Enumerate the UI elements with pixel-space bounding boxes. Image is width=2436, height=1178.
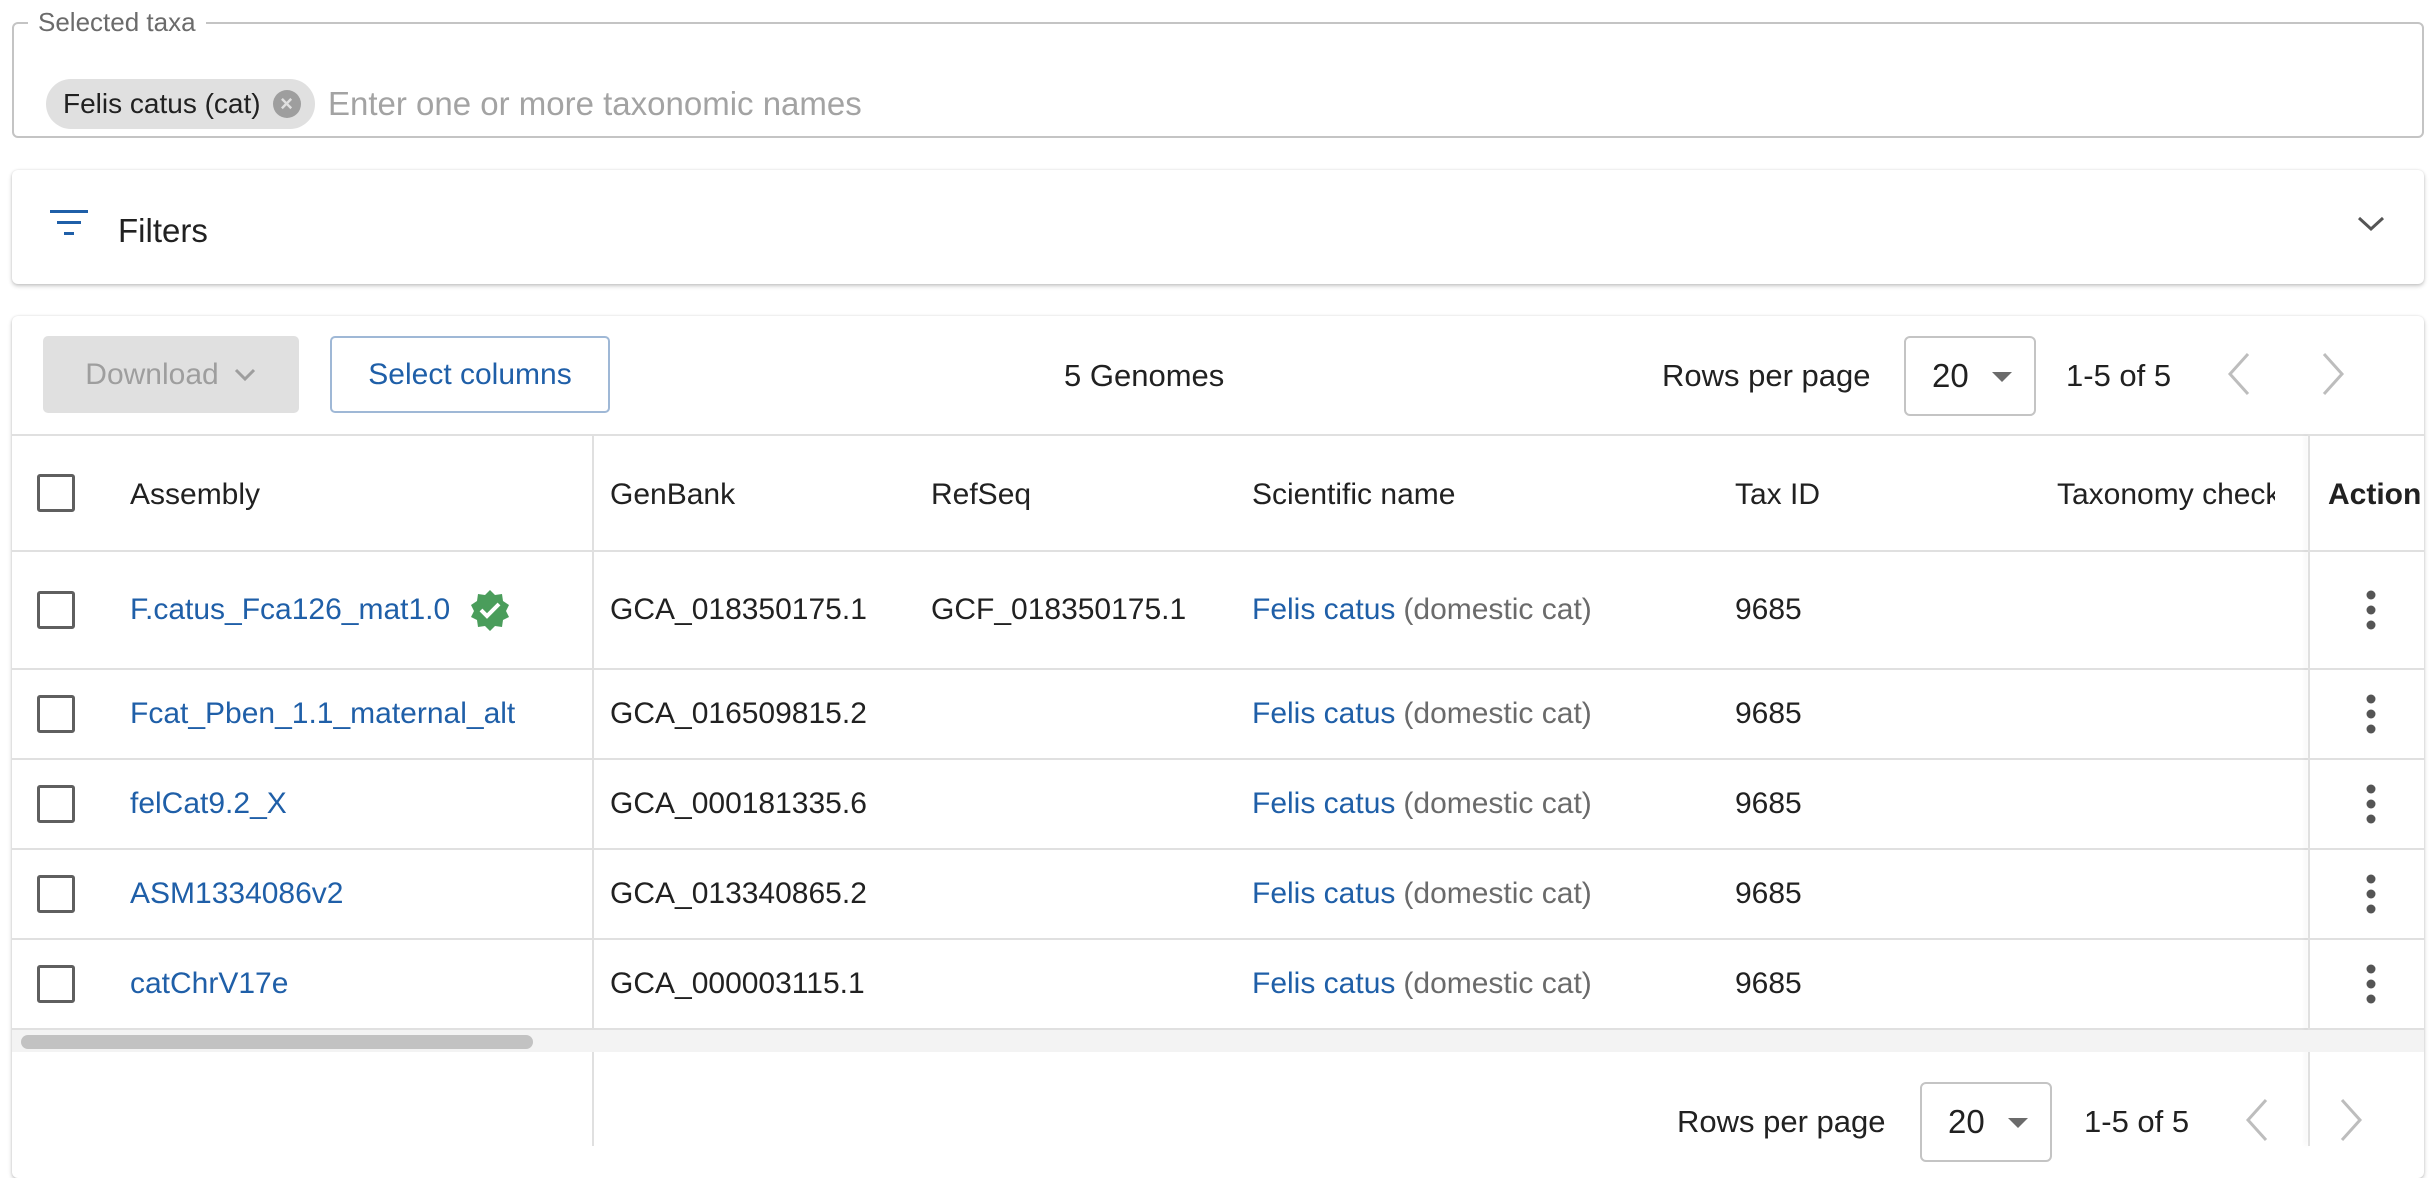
assembly-link[interactable]: Fcat_Pben_1.1_maternal_alt	[130, 697, 515, 731]
kebab-menu-icon[interactable]	[2365, 874, 2377, 914]
rows-per-page-label: Rows per page	[1662, 358, 1871, 393]
chevron-down-icon[interactable]	[2356, 214, 2386, 234]
chevron-left-icon[interactable]	[2220, 346, 2260, 402]
chevron-right-icon[interactable]	[2330, 1092, 2370, 1148]
download-label: Download	[85, 357, 219, 391]
kebab-menu-icon[interactable]	[2365, 590, 2377, 630]
filters-label: Filters	[118, 212, 208, 249]
page-range: 1-5 of 5	[2084, 1104, 2190, 1139]
col-tax-id[interactable]: Tax ID	[1735, 478, 1820, 512]
scientific-name-link[interactable]: Felis catus	[1252, 967, 1395, 1001]
common-name: (domestic cat)	[1403, 593, 1592, 626]
horizontal-scrollbar[interactable]	[12, 1030, 2424, 1052]
caret-down-icon	[2008, 1118, 2028, 1128]
rows-per-page-select[interactable]: 20	[1920, 1082, 2052, 1162]
caret-down-icon	[1992, 372, 2012, 382]
table-row: Fcat_Pben_1.1_maternal_alt GCA_016509815…	[12, 670, 2424, 760]
rows-per-page-value: 20	[1932, 357, 1969, 394]
select-all-checkbox[interactable]	[37, 474, 75, 512]
assembly-link[interactable]: felCat9.2_X	[130, 787, 287, 821]
col-refseq[interactable]: RefSeq	[931, 478, 1031, 512]
table-header: Assembly GenBank RefSeq Scientific name …	[12, 434, 2424, 552]
genome-results-panel: Download Select columns 5 Genomes Rows p…	[12, 316, 2424, 1178]
selected-taxa-field[interactable]: Felis catus (cat) ×	[12, 22, 2424, 138]
chip-remove-icon[interactable]: ×	[272, 90, 301, 118]
refseq-accession[interactable]: GCF_018350175.1	[931, 593, 1186, 627]
download-button[interactable]: Download	[43, 336, 299, 413]
tax-id: 9685	[1735, 593, 1802, 626]
genome-count: 5 Genomes	[1064, 358, 1225, 393]
scientific-name-link[interactable]: Felis catus	[1252, 787, 1395, 821]
taxon-chip-label: Felis catus (cat)	[63, 88, 261, 119]
genbank-accession[interactable]: GCA_018350175.1	[610, 593, 867, 627]
table-row: ASM1334086v2 GCA_013340865.2 Felis catus…	[12, 850, 2424, 940]
taxa-search-input[interactable]	[326, 82, 1826, 126]
tax-id: 9685	[1735, 877, 1802, 910]
col-assembly[interactable]: Assembly	[130, 478, 260, 512]
scientific-name-link[interactable]: Felis catus	[1252, 593, 1395, 627]
assembly-link[interactable]: F.catus_Fca126_mat1.0	[130, 593, 450, 627]
verified-badge-icon	[471, 590, 510, 631]
row-checkbox[interactable]	[37, 591, 75, 629]
tax-id: 9685	[1735, 967, 1802, 1000]
tax-id: 9685	[1735, 787, 1802, 820]
row-checkbox[interactable]	[37, 695, 75, 733]
table-row: felCat9.2_X GCA_000181335.6 Felis catus …	[12, 760, 2424, 850]
table-row: catChrV17e GCA_000003115.1 Felis catus (…	[12, 940, 2424, 1030]
col-scientific-name[interactable]: Scientific name	[1252, 478, 1455, 512]
rows-per-page-label: Rows per page	[1677, 1104, 1886, 1139]
select-columns-button[interactable]: Select columns	[330, 336, 610, 413]
common-name: (domestic cat)	[1403, 877, 1592, 910]
kebab-menu-icon[interactable]	[2365, 694, 2377, 734]
common-name: (domestic cat)	[1403, 967, 1592, 1000]
common-name: (domestic cat)	[1403, 697, 1592, 730]
col-genbank[interactable]: GenBank	[610, 478, 735, 512]
filters-panel[interactable]: Filters	[12, 170, 2424, 284]
chevron-right-icon[interactable]	[2312, 346, 2352, 402]
assembly-link[interactable]: ASM1334086v2	[130, 877, 344, 911]
selected-taxa-legend: Selected taxa	[28, 8, 206, 36]
rows-per-page-select[interactable]: 20	[1904, 336, 2036, 416]
common-name: (domestic cat)	[1403, 787, 1592, 820]
chevron-left-icon[interactable]	[2238, 1092, 2278, 1148]
genbank-accession[interactable]: GCA_013340865.2	[610, 877, 867, 911]
row-checkbox[interactable]	[37, 785, 75, 823]
page-range: 1-5 of 5	[2066, 358, 2172, 393]
taxon-chip[interactable]: Felis catus (cat) ×	[46, 79, 315, 129]
genbank-accession[interactable]: GCA_016509815.2	[610, 697, 867, 731]
col-action: Action	[2328, 478, 2422, 511]
chevron-down-icon	[234, 368, 255, 381]
rows-per-page-value: 20	[1948, 1103, 1985, 1140]
tax-id: 9685	[1735, 697, 1802, 730]
kebab-menu-icon[interactable]	[2365, 784, 2377, 824]
row-checkbox[interactable]	[37, 875, 75, 913]
assembly-link[interactable]: catChrV17e	[130, 967, 288, 1001]
scrollbar-thumb[interactable]	[21, 1035, 533, 1049]
row-checkbox[interactable]	[37, 965, 75, 1003]
genbank-accession[interactable]: GCA_000181335.6	[610, 787, 867, 821]
table-row: F.catus_Fca126_mat1.0 GCA_018350175.1 GC…	[12, 552, 2424, 670]
filter-lines-icon	[50, 210, 88, 235]
genbank-accession[interactable]: GCA_000003115.1	[610, 967, 865, 1001]
col-taxonomy-check[interactable]: Taxonomy check	[2057, 478, 2275, 512]
scientific-name-link[interactable]: Felis catus	[1252, 877, 1395, 911]
kebab-menu-icon[interactable]	[2365, 964, 2377, 1004]
scientific-name-link[interactable]: Felis catus	[1252, 697, 1395, 731]
